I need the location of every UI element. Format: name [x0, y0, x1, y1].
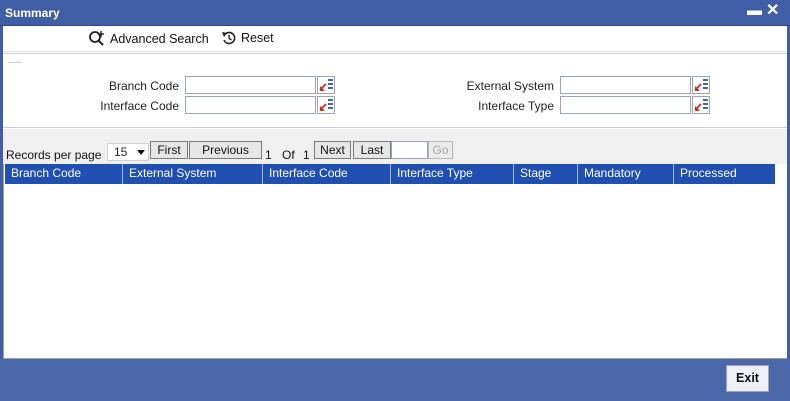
- of-label: Of: [282, 148, 295, 162]
- advanced-search-icon: [88, 30, 106, 48]
- column-header-external-system[interactable]: External System: [123, 164, 263, 184]
- column-header-interface-code[interactable]: Interface Code: [263, 164, 391, 184]
- toolbar: Advanced Search Reset: [3, 26, 787, 52]
- interface-code-lov-button[interactable]: [317, 96, 335, 114]
- records-per-page-label: Records per page: [6, 148, 102, 162]
- next-page-button[interactable]: Next: [314, 141, 351, 159]
- branch-code-label: Branch Code: [108, 79, 179, 93]
- grid-header-row: Branch Code External System Interface Co…: [5, 164, 775, 184]
- chevron-down-icon: [137, 150, 145, 155]
- total-pages: 1: [303, 148, 310, 162]
- current-page: 1: [265, 148, 272, 162]
- advanced-search-button[interactable]: Advanced Search: [88, 30, 209, 48]
- column-header-processed[interactable]: Processed: [674, 164, 775, 184]
- list-of-values-icon: [319, 79, 333, 91]
- reset-label: Reset: [241, 31, 274, 45]
- criteria-divider: [8, 62, 22, 63]
- results-grid: Branch Code External System Interface Co…: [3, 164, 787, 359]
- go-button[interactable]: Go: [428, 141, 453, 159]
- records-per-page-select[interactable]: 15: [107, 143, 149, 161]
- page-number-input[interactable]: [391, 141, 428, 159]
- column-header-stage[interactable]: Stage: [514, 164, 578, 184]
- reset-button[interactable]: Reset: [221, 30, 274, 46]
- records-per-page-value: 15: [114, 145, 128, 159]
- advanced-search-label: Advanced Search: [110, 32, 209, 46]
- window-title: Summary: [5, 6, 60, 20]
- column-header-mandatory[interactable]: Mandatory: [578, 164, 674, 184]
- interface-code-label: Interface Code: [100, 99, 179, 113]
- footer-bar: Exit: [0, 359, 790, 401]
- exit-button[interactable]: Exit: [726, 365, 769, 392]
- list-of-values-icon: [694, 79, 708, 91]
- first-page-button[interactable]: First: [150, 141, 188, 159]
- search-criteria-panel: Branch Code Interface Code External Syst…: [3, 53, 787, 128]
- interface-code-input[interactable]: [185, 96, 316, 114]
- pagination-bar: Records per page 15 First Previous 1 Of …: [3, 138, 787, 164]
- previous-page-button[interactable]: Previous: [189, 141, 262, 159]
- list-of-values-icon: [319, 99, 333, 111]
- external-system-lov-button[interactable]: [692, 76, 710, 94]
- list-of-values-icon: [694, 99, 708, 111]
- close-icon[interactable]: ✕: [766, 2, 779, 20]
- separator-band: [3, 129, 787, 138]
- last-page-button[interactable]: Last: [353, 141, 391, 159]
- interface-type-label: Interface Type: [478, 99, 554, 113]
- minimize-icon[interactable]: ▬: [747, 2, 762, 20]
- branch-code-lov-button[interactable]: [317, 76, 335, 94]
- title-bar: Summary ▬ ✕: [0, 0, 790, 26]
- interface-type-lov-button[interactable]: [692, 96, 710, 114]
- column-header-interface-type[interactable]: Interface Type: [391, 164, 514, 184]
- reset-icon: [221, 30, 237, 46]
- interface-type-input[interactable]: [560, 96, 691, 114]
- external-system-input[interactable]: [560, 76, 691, 94]
- external-system-label: External System: [466, 79, 554, 93]
- column-header-branch-code[interactable]: Branch Code: [5, 164, 123, 184]
- branch-code-input[interactable]: [185, 76, 316, 94]
